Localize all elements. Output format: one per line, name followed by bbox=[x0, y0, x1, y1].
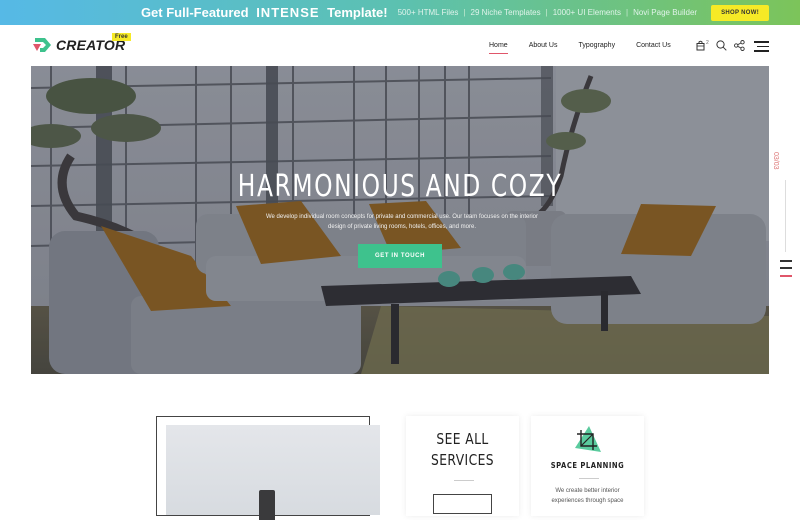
header-icons: 2 bbox=[696, 40, 752, 51]
see-all-line1: SEE ALL bbox=[436, 430, 489, 448]
slide-dot[interactable] bbox=[780, 267, 792, 269]
slide-counter: 03/03 bbox=[772, 152, 779, 170]
slide-dot-active[interactable] bbox=[780, 275, 792, 277]
see-all-line2: SERVICES bbox=[431, 451, 494, 469]
promo-headline-brand: INTENSE bbox=[256, 5, 320, 20]
promo-feature: Novi Page Builder bbox=[633, 8, 698, 17]
logo-badge: Free bbox=[112, 33, 131, 41]
promo-feature: 500+ HTML Files bbox=[397, 8, 459, 17]
cart-count: 2 bbox=[706, 39, 709, 46]
menu-icon-bar bbox=[754, 41, 769, 43]
search-button[interactable] bbox=[716, 40, 727, 51]
menu-button[interactable] bbox=[754, 41, 769, 52]
site-header: CREATOR Free Home About Us Typography Co… bbox=[0, 25, 800, 66]
share-icon bbox=[733, 40, 745, 51]
service-title: SPACE PLANNING bbox=[550, 461, 625, 470]
menu-icon-bar bbox=[754, 50, 769, 52]
bottle-image bbox=[259, 490, 275, 520]
service-description: We create better interior experiences th… bbox=[551, 488, 624, 504]
promo-feature: 29 Niche Templates bbox=[470, 8, 541, 17]
promo-headline: Get Full-Featured INTENSE Template! bbox=[141, 5, 388, 20]
get-in-touch-button[interactable]: GET IN TOUCH bbox=[358, 244, 442, 268]
hero-description: We develop individual room concepts for … bbox=[265, 214, 539, 230]
hero-slide: HARMONIOUS AND COZY We develop individua… bbox=[31, 66, 769, 374]
promo-headline-post: Template! bbox=[327, 5, 388, 20]
nav-item-contact[interactable]: Contact Us bbox=[636, 42, 671, 49]
search-icon bbox=[716, 40, 727, 51]
share-button[interactable] bbox=[733, 40, 745, 51]
logo-icon bbox=[33, 38, 51, 52]
promo-headline-pre: Get Full-Featured bbox=[140, 5, 249, 20]
service-card-space-planning[interactable]: SPACE PLANNING We create better interior… bbox=[531, 416, 644, 516]
main-nav: Home About Us Typography Contact Us bbox=[489, 42, 692, 54]
slide-dot[interactable] bbox=[780, 260, 792, 262]
logo[interactable]: CREATOR Free bbox=[32, 33, 131, 54]
nav-item-typography[interactable]: Typography bbox=[578, 42, 615, 49]
cart-icon bbox=[696, 40, 705, 51]
cart-button[interactable]: 2 bbox=[696, 40, 709, 51]
divider bbox=[579, 478, 599, 479]
crop-icon bbox=[575, 426, 601, 452]
promo-separator: | bbox=[545, 8, 548, 17]
nav-item-home[interactable]: Home bbox=[489, 42, 508, 54]
divider bbox=[454, 480, 474, 481]
hero-title: HARMONIOUS AND COZY bbox=[237, 169, 563, 204]
slide-progress-line bbox=[785, 180, 786, 252]
product-image bbox=[166, 425, 380, 520]
promo-separator: | bbox=[625, 8, 629, 17]
promo-separator: | bbox=[463, 8, 466, 17]
shop-now-button[interactable]: SHOP NOW! bbox=[711, 4, 770, 21]
promo-banner: Get Full-Featured INTENSE Template! 500+… bbox=[0, 0, 800, 25]
see-all-services-button[interactable] bbox=[433, 494, 492, 514]
nav-item-about[interactable]: About Us bbox=[529, 42, 558, 49]
menu-icon-bar bbox=[757, 45, 769, 48]
promo-feature: 1000+ UI Elements bbox=[552, 8, 621, 17]
see-all-services-title: SEE ALL SERVICES bbox=[416, 429, 509, 471]
see-all-services-card[interactable]: SEE ALL SERVICES bbox=[406, 416, 519, 516]
